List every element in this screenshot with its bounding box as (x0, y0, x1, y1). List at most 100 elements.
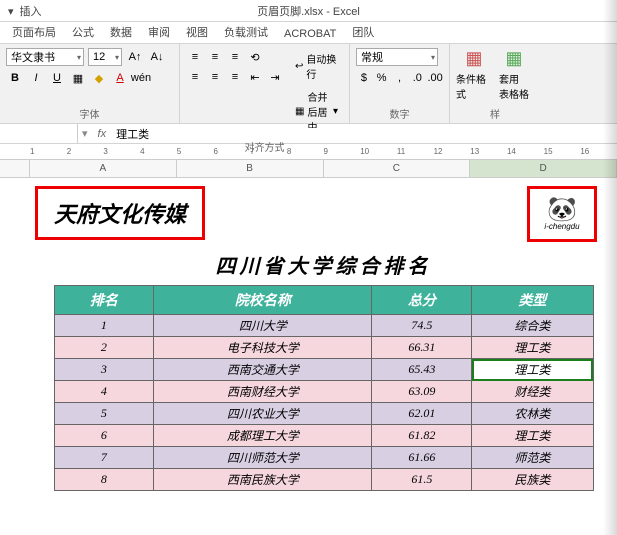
cell-name[interactable]: 四川农业大学 (154, 403, 372, 425)
table-row[interactable]: 6成都理工大学61.82理工类 (54, 425, 593, 447)
align-middle-icon[interactable]: ≡ (206, 48, 224, 66)
underline-button[interactable]: U (48, 69, 66, 87)
phonetic-button[interactable]: wén (132, 69, 150, 87)
qat-dropdown-icon[interactable]: ▾ (8, 5, 14, 18)
col-header-c[interactable]: C (324, 160, 471, 177)
cell-rank[interactable]: 5 (54, 403, 154, 425)
merge-icon: ▦ (295, 106, 304, 117)
indent-inc-icon[interactable]: ⇥ (266, 68, 284, 86)
th-score[interactable]: 总分 (372, 286, 472, 315)
align-left-icon[interactable]: ≡ (186, 68, 204, 86)
window-title: 页眉页脚.xlsx - Excel (257, 3, 360, 19)
font-size-combo[interactable]: 12 (88, 48, 122, 66)
ribbon: 华文隶书 12 A↑ A↓ B I U ▦ ◆ A wén 字体 ≡ ≡ (0, 44, 617, 124)
align-right-icon[interactable]: ≡ (226, 68, 244, 86)
cell-rank[interactable]: 6 (54, 425, 154, 447)
tab-loadtest[interactable]: 负载测试 (222, 21, 270, 43)
table-row[interactable]: 4西南财经大学63.09财经类 (54, 381, 593, 403)
increase-decimal-icon[interactable]: .0 (409, 69, 425, 87)
font-color-button[interactable]: A (111, 69, 129, 87)
cell-rank[interactable]: 7 (54, 447, 154, 469)
worksheet-area[interactable]: 天府文化传媒 🐼 i-chengdu 四川省大学综合排名 排名 院校名称 总分 … (0, 178, 617, 491)
name-box[interactable] (0, 124, 78, 143)
italic-button[interactable]: I (27, 69, 45, 87)
cell-rank[interactable]: 4 (54, 381, 154, 403)
cell-score[interactable]: 61.82 (372, 425, 472, 447)
cell-rank[interactable]: 1 (54, 315, 154, 337)
decrease-decimal-icon[interactable]: .00 (427, 69, 443, 87)
th-type[interactable]: 类型 (472, 286, 593, 315)
tab-acrobat[interactable]: ACROBAT (282, 25, 338, 43)
chevron-down-icon: ▾ (333, 106, 338, 117)
table-row[interactable]: 5四川农业大学62.01农林类 (54, 403, 593, 425)
format-as-table-button[interactable]: ▦ 套用 表格格 (496, 48, 532, 101)
bold-button[interactable]: B (6, 69, 24, 87)
cell-type[interactable]: 理工类 (472, 337, 593, 359)
namebox-dropdown-icon[interactable]: ▾ (78, 127, 92, 140)
wrap-text-button[interactable]: ↩自动换行 (290, 48, 343, 84)
border-button[interactable]: ▦ (69, 69, 87, 87)
th-rank[interactable]: 排名 (54, 286, 154, 315)
cell-name[interactable]: 西南交通大学 (154, 359, 372, 381)
tab-view[interactable]: 视图 (184, 21, 210, 43)
cell-name[interactable]: 西南财经大学 (154, 381, 372, 403)
table-row[interactable]: 1四川大学74.5综合类 (54, 315, 593, 337)
cell-score[interactable]: 61.5 (372, 469, 472, 491)
cell-rank[interactable]: 8 (54, 469, 154, 491)
tab-layout[interactable]: 页面布局 (10, 21, 58, 43)
page-header-right: 🐼 i-chengdu (527, 186, 597, 242)
col-header-d[interactable]: D (470, 160, 617, 177)
col-header-a[interactable]: A (30, 160, 177, 177)
cell-type[interactable]: 民族类 (472, 469, 593, 491)
th-name[interactable]: 院校名称 (154, 286, 372, 315)
table-row[interactable]: 3西南交通大学65.43理工类 (54, 359, 593, 381)
cell-score[interactable]: 62.01 (372, 403, 472, 425)
orientation-icon[interactable]: ⟲ (246, 48, 264, 66)
cell-type[interactable]: 农林类 (472, 403, 593, 425)
qat-insert[interactable]: 插入 (20, 3, 42, 19)
select-all-corner[interactable] (0, 160, 30, 177)
tab-team[interactable]: 团队 (350, 21, 376, 43)
cell-type[interactable]: 综合类 (472, 315, 593, 337)
align-center-icon[interactable]: ≡ (206, 68, 224, 86)
cond-format-icon: ▦ (465, 48, 482, 69)
cell-rank[interactable]: 2 (54, 337, 154, 359)
cell-score[interactable]: 61.66 (372, 447, 472, 469)
cell-type[interactable]: 理工类 (472, 425, 593, 447)
cell-type[interactable]: 理工类 (472, 359, 593, 381)
cell-score[interactable]: 74.5 (372, 315, 472, 337)
font-name-combo[interactable]: 华文隶书 (6, 48, 84, 66)
formula-input[interactable] (112, 128, 617, 140)
table-row[interactable]: 7四川师范大学61.66师范类 (54, 447, 593, 469)
cell-score[interactable]: 65.43 (372, 359, 472, 381)
table-row[interactable]: 8西南民族大学61.5民族类 (54, 469, 593, 491)
cell-type[interactable]: 财经类 (472, 381, 593, 403)
cell-rank[interactable]: 3 (54, 359, 154, 381)
cell-name[interactable]: 四川大学 (154, 315, 372, 337)
fill-color-button[interactable]: ◆ (90, 69, 108, 87)
increase-font-icon[interactable]: A↑ (126, 48, 144, 66)
percent-icon[interactable]: % (374, 69, 390, 87)
fx-icon[interactable]: fx (92, 128, 113, 140)
cell-type[interactable]: 师范类 (472, 447, 593, 469)
comma-icon[interactable]: , (392, 69, 408, 87)
number-format-combo[interactable]: 常规 (356, 48, 438, 66)
align-top-icon[interactable]: ≡ (186, 48, 204, 66)
table-row[interactable]: 2电子科技大学66.31理工类 (54, 337, 593, 359)
tab-review[interactable]: 审阅 (146, 21, 172, 43)
col-header-b[interactable]: B (177, 160, 324, 177)
conditional-format-button[interactable]: ▦ 条件格式 (456, 48, 492, 101)
align-bottom-icon[interactable]: ≡ (226, 48, 244, 66)
cell-name[interactable]: 四川师范大学 (154, 447, 372, 469)
decrease-font-icon[interactable]: A↓ (148, 48, 166, 66)
cell-name[interactable]: 成都理工大学 (154, 425, 372, 447)
cell-name[interactable]: 西南民族大学 (154, 469, 372, 491)
currency-icon[interactable]: $ (356, 69, 372, 87)
tab-data[interactable]: 数据 (108, 21, 134, 43)
cell-score[interactable]: 63.09 (372, 381, 472, 403)
tab-formulas[interactable]: 公式 (70, 21, 96, 43)
cell-score[interactable]: 66.31 (372, 337, 472, 359)
indent-dec-icon[interactable]: ⇤ (246, 68, 264, 86)
cell-name[interactable]: 电子科技大学 (154, 337, 372, 359)
styles-group-label: 样 (456, 104, 534, 121)
